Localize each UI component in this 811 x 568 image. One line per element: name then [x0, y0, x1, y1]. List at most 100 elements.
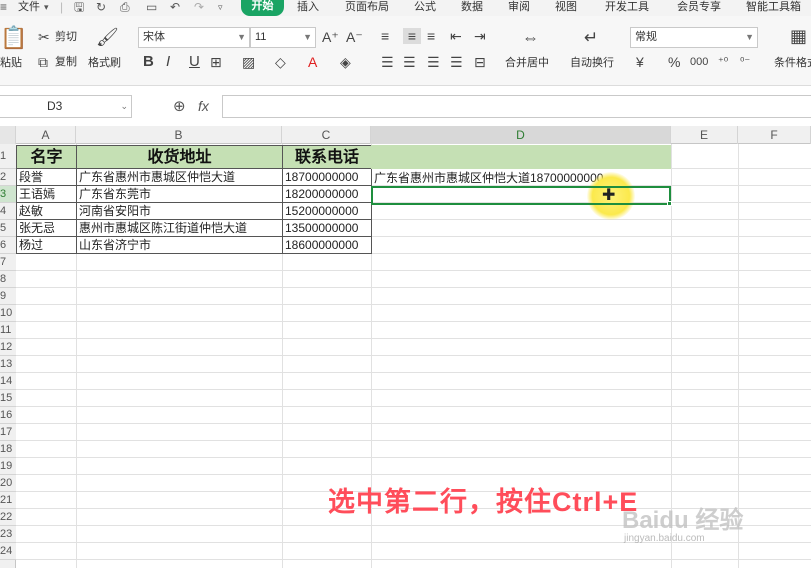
fill-handle[interactable]	[667, 201, 672, 206]
row-header-21[interactable]: 21	[0, 492, 16, 509]
cell-c4[interactable]: 15200000000	[282, 203, 372, 220]
align-top-icon[interactable]: ≡	[381, 28, 389, 44]
tab-page-layout[interactable]: 页面布局	[345, 0, 389, 14]
cut-button[interactable]: 剪切	[55, 30, 77, 44]
font-color-icon[interactable]: A	[308, 54, 317, 70]
print-icon[interactable]: ⎙	[120, 0, 130, 14]
row-header-24[interactable]: 24	[0, 543, 16, 560]
select-all-corner[interactable]	[0, 126, 16, 144]
row-header-15[interactable]: 15	[0, 390, 16, 407]
row-header-16[interactable]: 16	[0, 407, 16, 424]
undo-icon[interactable]: ↶	[170, 0, 180, 14]
decrease-font-icon[interactable]: A⁻	[346, 29, 363, 45]
align-center-icon[interactable]: ☰	[403, 54, 416, 70]
redo-icon[interactable]: ↷	[194, 0, 204, 14]
cell-b5[interactable]: 惠州市惠城区陈江街道仲恺大道	[76, 220, 283, 237]
clear-format-icon[interactable]: ◈	[340, 54, 351, 70]
underline-button[interactable]: U	[189, 54, 200, 70]
border-icon[interactable]: ⊞	[210, 54, 222, 70]
save-icon[interactable]: 🖫	[74, 0, 84, 14]
copy-icon[interactable]: ⧉	[38, 54, 48, 70]
cell-c2[interactable]: 18700000000	[282, 169, 372, 186]
merge-center-icon[interactable]: ⇔	[522, 29, 539, 46]
row-header-2[interactable]: 2	[0, 169, 16, 186]
column-header-b[interactable]: B	[76, 126, 282, 144]
tab-formulas[interactable]: 公式	[414, 0, 436, 14]
chevron-down-icon[interactable]: ▾	[44, 0, 49, 14]
align-left-icon[interactable]: ☰	[381, 54, 394, 70]
tab-start[interactable]: 开始	[241, 0, 284, 16]
formula-input[interactable]	[222, 95, 811, 118]
fill-style-icon[interactable]: ▨	[242, 54, 255, 70]
tab-member[interactable]: 会员专享	[677, 0, 721, 14]
align-bottom-icon[interactable]: ≡	[427, 28, 435, 44]
row-header-7[interactable]: 7	[0, 254, 16, 271]
distributed-icon[interactable]: ⊟	[474, 54, 486, 70]
align-middle-icon[interactable]: ≡	[403, 28, 421, 44]
font-size-select[interactable]: 11 ▼	[250, 27, 316, 48]
cell-b6[interactable]: 山东省济宁市	[76, 237, 283, 254]
row-header-18[interactable]: 18	[0, 441, 16, 458]
row-header-22[interactable]: 22	[0, 509, 16, 526]
wrap-text-icon[interactable]: ↵	[584, 29, 598, 46]
cell-a5[interactable]: 张无忌	[16, 220, 77, 237]
row-header-14[interactable]: 14	[0, 373, 16, 390]
indent-decrease-icon[interactable]: ⇤	[450, 28, 462, 44]
row-header-23[interactable]: 23	[0, 526, 16, 543]
row-header-20[interactable]: 20	[0, 475, 16, 492]
row-header-5[interactable]: 5	[0, 220, 16, 237]
cut-icon[interactable]: ✂	[38, 29, 50, 45]
menu-file[interactable]: 文件	[18, 0, 40, 14]
column-header-f[interactable]: F	[738, 126, 811, 144]
percent-button[interactable]: %	[668, 54, 680, 70]
cell-c1-header[interactable]: 联系电话	[282, 145, 372, 169]
conditional-format-icon[interactable]: ▦	[790, 27, 807, 45]
tab-insert[interactable]: 插入	[297, 0, 319, 14]
row-header-13[interactable]: 13	[0, 356, 16, 373]
tab-developer[interactable]: 开发工具	[605, 0, 649, 14]
merge-center-button[interactable]: 合并居中	[505, 56, 549, 70]
fill-color-icon[interactable]: ◇	[275, 54, 286, 70]
row-header-19[interactable]: 19	[0, 458, 16, 475]
cell-b4[interactable]: 河南省安阳市	[76, 203, 283, 220]
column-header-d[interactable]: D	[371, 126, 671, 144]
cell-a3[interactable]: 王语嫣	[16, 186, 77, 203]
column-header-c[interactable]: C	[282, 126, 371, 144]
tab-data[interactable]: 数据	[461, 0, 483, 14]
row-header-17[interactable]: 17	[0, 424, 16, 441]
align-right-icon[interactable]: ☰	[427, 54, 440, 70]
decimal-decrease-icon[interactable]: ⁰⁻	[740, 54, 750, 70]
row-header-10[interactable]: 10	[0, 305, 16, 322]
print-preview-icon[interactable]: ▭	[146, 0, 157, 14]
cell-c3[interactable]: 18200000000	[282, 186, 372, 203]
cell-d1[interactable]	[371, 145, 671, 169]
tab-view[interactable]: 视图	[555, 0, 577, 14]
justify-icon[interactable]: ☰	[450, 54, 463, 70]
italic-button[interactable]: I	[166, 54, 170, 70]
format-painter-button[interactable]: 格式刷	[88, 56, 121, 70]
row-header-8[interactable]: 8	[0, 271, 16, 288]
cell-a4[interactable]: 赵敏	[16, 203, 77, 220]
name-box[interactable]: D3 ⌄	[0, 95, 132, 118]
paste-icon[interactable]: 📋	[0, 26, 27, 50]
cell-b1-header[interactable]: 收货地址	[76, 145, 283, 169]
column-header-e[interactable]: E	[671, 126, 738, 144]
column-header-a[interactable]: A	[16, 126, 76, 144]
number-format-select[interactable]: 常规 ▼	[630, 27, 758, 48]
row-header-1[interactable]: 1	[0, 144, 16, 169]
font-name-select[interactable]: 宋体 ▼	[138, 27, 250, 48]
row-header-6[interactable]: 6	[0, 237, 16, 254]
cell-b3[interactable]: 广东省东莞市	[76, 186, 283, 203]
row-header-4[interactable]: 4	[0, 203, 16, 220]
cell-a2[interactable]: 段誉	[16, 169, 77, 186]
more-icon[interactable]: ▿	[218, 0, 223, 14]
decimal-increase-icon[interactable]: ⁺⁰	[718, 54, 728, 70]
thousands-button[interactable]: 000	[690, 54, 708, 70]
increase-font-icon[interactable]: A⁺	[322, 29, 339, 45]
row-header-9[interactable]: 9	[0, 288, 16, 305]
cell-c5[interactable]: 13500000000	[282, 220, 372, 237]
zoom-icon[interactable]: ⊕	[173, 97, 186, 115]
row-header-11[interactable]: 11	[0, 322, 16, 339]
cell-c6[interactable]: 18600000000	[282, 237, 372, 254]
tab-smart-toolbox[interactable]: 智能工具箱	[746, 0, 801, 14]
